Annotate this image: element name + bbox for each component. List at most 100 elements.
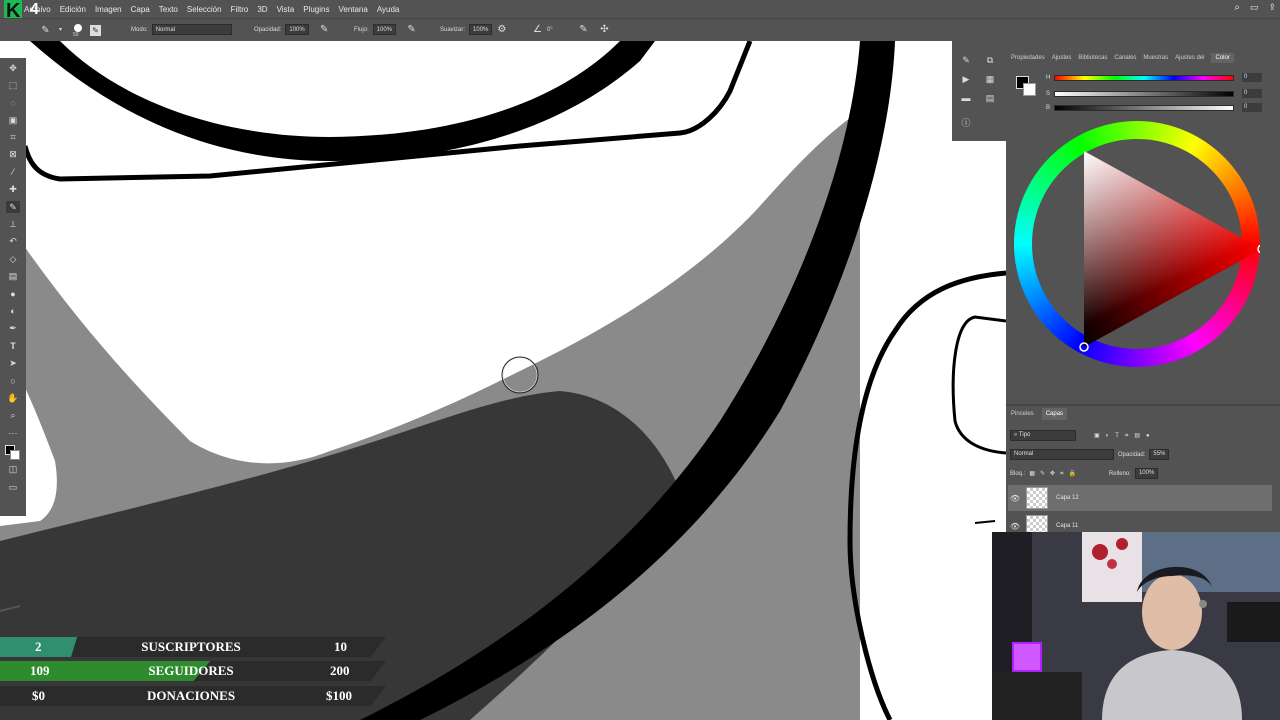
path-select-tool-icon[interactable]: ➤: [6, 358, 20, 370]
tab-presets[interactable]: Ajustes del: [1175, 55, 1204, 61]
clone-source-icon[interactable]: ⧉: [984, 55, 996, 66]
layer-name[interactable]: Capa 11: [1056, 523, 1078, 529]
brightness-value[interactable]: 0: [1242, 103, 1262, 112]
right-panel: Propiedades Ajustes Bibliotecas Canales …: [1006, 41, 1280, 537]
background-color[interactable]: [1023, 83, 1036, 96]
outline-right-inner: [951, 315, 1006, 455]
brush-preset-picker[interactable]: 50: [70, 24, 86, 38]
type-tool-icon[interactable]: T: [6, 340, 20, 352]
move-tool-icon[interactable]: ✥: [6, 62, 20, 74]
frame-tool-icon[interactable]: ⊠: [6, 149, 20, 161]
tab-adjustments[interactable]: Ajustes: [1052, 55, 1072, 61]
smooth-field[interactable]: 100%: [469, 24, 493, 35]
airbrush-icon[interactable]: ✎: [406, 24, 417, 35]
eraser-tool-icon[interactable]: ◇: [6, 253, 20, 265]
photoshop-window: Archivo Edición Imagen Capa Texto Selecc…: [0, 0, 1280, 720]
screen-mode-icon[interactable]: ▭: [6, 481, 20, 493]
brush-presets-icon[interactable]: ✎: [960, 55, 972, 66]
saturation-slider-row: S 0: [1046, 89, 1262, 98]
layer-filter-select[interactable]: ⌕ Tipo: [1010, 430, 1076, 441]
healing-brush-tool-icon[interactable]: ✚: [6, 184, 20, 196]
brush-tool-icon[interactable]: ✎: [40, 25, 51, 36]
grid-icon[interactable]: ▦: [984, 74, 996, 85]
visibility-eye-icon[interactable]: 👁: [1008, 522, 1022, 531]
brightness-label: B: [1046, 104, 1051, 111]
lock-icons[interactable]: ▦✎✥⌗🔒: [1029, 470, 1081, 478]
tab-libraries[interactable]: Bibliotecas: [1078, 55, 1107, 61]
hue-slider[interactable]: [1054, 74, 1234, 81]
flow-field[interactable]: 100%: [372, 24, 397, 35]
brightness-slider[interactable]: [1054, 104, 1234, 111]
color-triangle[interactable]: [1014, 121, 1260, 367]
brush-settings-icon[interactable]: ✎: [90, 25, 101, 36]
zoom-tool-icon[interactable]: ⌕: [6, 410, 20, 422]
mode-select[interactable]: Normal: [151, 24, 232, 35]
dodge-tool-icon[interactable]: ◐: [6, 305, 20, 317]
crop-tool-icon[interactable]: ⌗: [6, 132, 20, 144]
brush-tool-icon[interactable]: ✎: [6, 201, 20, 214]
artwork: [0, 41, 1006, 720]
drawing-canvas[interactable]: [0, 41, 1006, 720]
angle-icon: ∠: [533, 24, 542, 35]
flow-label: Flujo:: [354, 26, 369, 33]
clone-stamp-tool-icon[interactable]: ⊥: [6, 219, 20, 231]
more-tools-icon[interactable]: ⋯: [6, 427, 20, 439]
history-brush-tool-icon[interactable]: ↶: [6, 236, 20, 248]
hue-label: H: [1046, 74, 1051, 81]
background-color-swatch[interactable]: [10, 449, 20, 460]
donations-goal-value: $100: [326, 688, 352, 703]
pressure-size-icon[interactable]: ✎: [578, 24, 589, 35]
play-actions-icon[interactable]: ▶: [960, 74, 972, 85]
brush-size-label: 50: [73, 32, 79, 38]
donations-label: DONACIONES: [146, 688, 236, 703]
layer-name[interactable]: Capa 12: [1056, 495, 1079, 501]
smooth-settings-gear-icon[interactable]: ⚙: [496, 24, 507, 35]
angle-value[interactable]: 0°: [547, 27, 553, 33]
layer-opacity-field[interactable]: 55%: [1149, 449, 1170, 460]
symmetry-icon[interactable]: ✣: [599, 24, 610, 35]
blend-mode-select[interactable]: Normal: [1010, 449, 1114, 460]
fill-field[interactable]: 100%: [1134, 468, 1159, 479]
saturation-label: S: [1046, 90, 1051, 97]
info-icon[interactable]: ⓘ: [960, 118, 972, 129]
tab-channels[interactable]: Canales: [1114, 55, 1136, 61]
filter-icons[interactable]: ▣◐T⌗▤●: [1094, 432, 1156, 440]
hue-value[interactable]: 0: [1242, 73, 1262, 82]
tab-swatches[interactable]: Muestras: [1143, 55, 1168, 61]
color-panel-swatches[interactable]: [1016, 76, 1038, 98]
layer-row[interactable]: 👁 Capa 12: [1008, 485, 1272, 511]
opacity-field[interactable]: 100%: [285, 24, 309, 35]
color-swatches[interactable]: [5, 444, 21, 460]
stream-goals-overlay: 2 SUSCRIPTORES 10 109 SEGUIDORES 200 $0 …: [0, 636, 390, 720]
object-select-tool-icon[interactable]: ▣: [6, 114, 20, 126]
followers-label: SEGUIDORES: [148, 663, 234, 678]
saturation-slider[interactable]: [1054, 90, 1234, 97]
logo-number: 4: [30, 1, 39, 18]
comments-icon[interactable]: ▬: [960, 93, 972, 104]
options-bar: ✎ ▾ 50 ✎ Modo: Normal Opacidad: 100% ✎ F…: [0, 18, 1280, 41]
outline-right-shape: [847, 270, 1006, 720]
hand-tool-icon[interactable]: ✋: [6, 392, 20, 404]
tab-properties[interactable]: Propiedades: [1011, 55, 1045, 61]
pressure-opacity-icon[interactable]: ✎: [319, 24, 330, 35]
chevron-down-icon[interactable]: ▾: [55, 25, 66, 36]
lasso-tool-icon[interactable]: ◌: [6, 97, 20, 109]
subscribers-goal-value: 10: [334, 639, 347, 654]
webcam-feed: [992, 532, 1280, 720]
marquee-tool-icon[interactable]: ⬚: [6, 79, 20, 91]
gradient-tool-icon[interactable]: ▤: [6, 271, 20, 283]
hue-slider-row: H 0: [1046, 73, 1262, 82]
tab-layers[interactable]: Capas: [1041, 408, 1068, 420]
layer-opacity-label: Opacidad:: [1118, 451, 1146, 458]
blur-tool-icon[interactable]: ●: [6, 288, 20, 300]
pen-tool-icon[interactable]: ✒: [6, 323, 20, 335]
quick-mask-icon[interactable]: ◫: [6, 464, 20, 476]
color-wheel[interactable]: [1014, 121, 1274, 381]
tab-brushes[interactable]: Pinceles: [1011, 411, 1034, 417]
tab-color[interactable]: Color: [1211, 53, 1234, 63]
saturation-value[interactable]: 0: [1242, 89, 1262, 98]
shape-tool-icon[interactable]: ○: [6, 375, 20, 387]
eyedropper-tool-icon[interactable]: ⁄: [6, 166, 20, 178]
visibility-eye-icon[interactable]: 👁: [1008, 494, 1022, 503]
libraries-icon[interactable]: ▤: [984, 93, 996, 104]
